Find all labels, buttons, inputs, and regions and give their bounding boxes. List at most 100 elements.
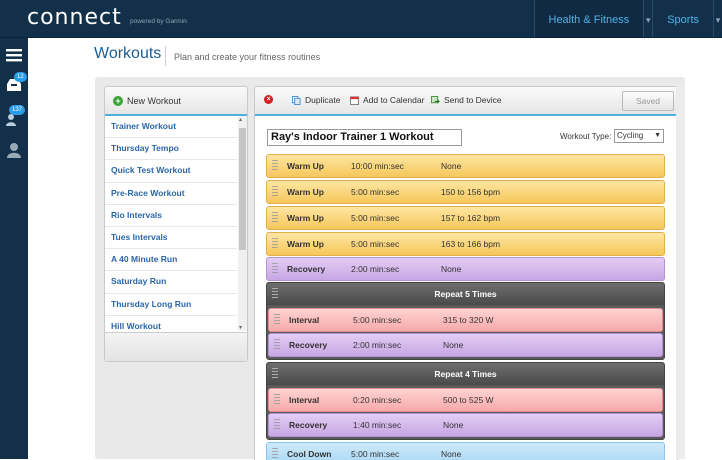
drag-handle-icon[interactable] xyxy=(272,368,278,380)
workout-step[interactable]: Interval0:20 min:sec500 to 525 W xyxy=(268,388,663,412)
drag-handle-icon[interactable] xyxy=(272,212,278,224)
workout-list: Trainer WorkoutThursday TempoQuick Test … xyxy=(105,116,237,331)
connections-count-badge: 137 xyxy=(9,105,25,115)
workout-step[interactable]: Warm Up5:00 min:sec157 to 162 bpm xyxy=(266,206,665,230)
step-target: None xyxy=(443,340,463,350)
drag-handle-icon[interactable] xyxy=(274,314,280,326)
repeat-block[interactable]: Repeat 5 Times Interval 5:00 min:sec 315 to… xyxy=(266,282,665,360)
workout-list-item[interactable]: Thursday Tempo xyxy=(105,138,237,160)
duplicate-button[interactable]: Duplicate xyxy=(292,95,340,105)
connect-logo[interactable]: connect xyxy=(27,5,122,30)
menu-icon[interactable] xyxy=(5,46,23,64)
workout-step[interactable]: Interval 5:00 min:sec 315 to 320 W xyxy=(268,308,663,332)
step-duration: 5:00 min:sec xyxy=(353,315,401,325)
repeat-header[interactable]: Repeat 4 Times xyxy=(267,363,664,385)
workout-name-input[interactable]: Ray's Indoor Trainer 1 Workout xyxy=(267,129,462,146)
add-to-calendar-label: Add to Calendar xyxy=(363,95,424,105)
send-to-device-label: Send to Device xyxy=(444,95,502,105)
workout-type-label: Workout Type: xyxy=(560,132,611,141)
drag-handle-icon[interactable] xyxy=(272,186,278,198)
workout-list-scroll-thumb[interactable] xyxy=(239,128,246,250)
tab-health-fitness[interactable]: Health & Fitness xyxy=(534,0,644,37)
workout-step[interactable]: Recovery 1:40 min:sec None xyxy=(268,413,663,437)
step-duration: 5:00 min:sec xyxy=(351,187,399,197)
inbox-count-badge: 12 xyxy=(14,72,27,82)
repeat-label: Repeat 4 Times xyxy=(434,369,496,379)
scroll-down-icon[interactable]: ▾ xyxy=(239,324,242,331)
calendar-icon xyxy=(350,96,359,105)
title-divider xyxy=(165,46,166,66)
scroll-up-icon[interactable]: ▴ xyxy=(239,116,242,123)
drag-handle-icon[interactable] xyxy=(274,339,280,351)
editor-toolbar: × Duplicate Add to Calendar Send to Devi… xyxy=(255,87,677,116)
sports-dropdown-icon[interactable]: ▾ xyxy=(713,0,722,37)
repeat-block[interactable]: Repeat 4 TimesInterval0:20 min:sec500 to… xyxy=(266,362,665,440)
workout-list-item[interactable]: Trainer Workout xyxy=(105,116,237,138)
plus-icon: + xyxy=(113,96,123,106)
step-type: Recovery xyxy=(289,420,327,430)
step-target: None xyxy=(441,264,461,274)
workout-step[interactable]: Warm Up10:00 min:secNone xyxy=(266,154,665,178)
workout-type-value: Cycling xyxy=(617,131,643,140)
step-type: Warm Up xyxy=(287,161,324,171)
repeat-label: Repeat 5 Times xyxy=(434,289,496,299)
workout-list-item[interactable]: A 40 Minute Run xyxy=(105,249,237,271)
workout-list-footer xyxy=(105,332,247,361)
workout-step[interactable]: Cool Down 5:00 min:sec None xyxy=(266,442,665,460)
step-duration: 5:00 min:sec xyxy=(351,213,399,223)
workout-type-select[interactable]: Cycling ▼ xyxy=(614,129,664,143)
drag-handle-icon[interactable] xyxy=(274,419,280,431)
workout-list-item[interactable]: Saturday Run xyxy=(105,271,237,293)
health-fitness-dropdown-icon[interactable]: ▾ xyxy=(643,0,652,37)
duplicate-icon xyxy=(292,96,301,105)
step-duration: 5:00 min:sec xyxy=(351,449,399,459)
step-target: 150 to 156 bpm xyxy=(441,187,500,197)
duplicate-label: Duplicate xyxy=(305,95,340,105)
step-target: 315 to 320 W xyxy=(443,315,494,325)
workout-list-item[interactable]: Pre-Race Workout xyxy=(105,183,237,205)
chevron-down-icon: ▼ xyxy=(654,130,661,142)
tab-sports[interactable]: Sports xyxy=(652,0,713,37)
new-workout-button[interactable]: + New Workout xyxy=(105,87,247,116)
add-to-calendar-button[interactable]: Add to Calendar xyxy=(350,95,424,105)
step-type: Cool Down xyxy=(287,449,331,459)
drag-handle-icon[interactable] xyxy=(272,160,278,172)
drag-handle-icon[interactable] xyxy=(272,448,278,460)
drag-handle-icon[interactable] xyxy=(272,288,278,300)
workout-list-item[interactable]: Hill Workout xyxy=(105,316,237,331)
step-type: Warm Up xyxy=(287,187,324,197)
page-subtitle: Plan and create your fitness routines xyxy=(174,52,320,62)
profile-icon[interactable] xyxy=(5,141,23,159)
step-target: None xyxy=(441,449,461,459)
send-to-device-icon xyxy=(431,96,440,105)
delete-button[interactable]: × xyxy=(264,95,273,104)
send-to-device-button[interactable]: Send to Device xyxy=(431,95,502,105)
step-type: Interval xyxy=(289,315,319,325)
drag-handle-icon[interactable] xyxy=(274,394,280,406)
step-duration: 1:40 min:sec xyxy=(353,420,401,430)
workout-list-scrollbar[interactable]: ▴ ▾ xyxy=(238,116,247,331)
workout-list-item[interactable]: Quick Test Workout xyxy=(105,160,237,182)
workout-step[interactable]: Recovery2:00 min:secNone xyxy=(266,257,665,281)
step-target: 500 to 525 W xyxy=(443,395,494,405)
workout-step[interactable]: Warm Up 5:00 min:sec 150 to 156 bpm xyxy=(266,180,665,204)
workout-list-item[interactable]: Tues Intervals xyxy=(105,227,237,249)
drag-handle-icon[interactable] xyxy=(272,238,278,250)
step-target: None xyxy=(443,420,463,430)
step-duration: 2:00 min:sec xyxy=(351,264,399,274)
step-duration: 0:20 min:sec xyxy=(353,395,401,405)
step-type: Recovery xyxy=(289,340,327,350)
workout-step[interactable]: Warm Up5:00 min:sec163 to 166 bpm xyxy=(266,232,665,256)
workout-list-item[interactable]: Thursday Long Run xyxy=(105,294,237,316)
saved-button[interactable]: Saved xyxy=(622,91,674,111)
drag-handle-icon[interactable] xyxy=(272,263,278,275)
workout-step[interactable]: Recovery2:00 min:secNone xyxy=(268,333,663,357)
top-nav: Health & Fitness ▾ Sports ▾ xyxy=(534,0,722,37)
workout-editor-panel: × Duplicate Add to Calendar Send to Devi… xyxy=(254,86,678,460)
step-duration: 10:00 min:sec xyxy=(351,161,404,171)
repeat-header[interactable]: Repeat 5 Times xyxy=(267,283,664,305)
page-title: Workouts xyxy=(94,45,161,63)
workout-list-item[interactable]: Rio Intervals xyxy=(105,205,237,227)
page-scrollbar[interactable] xyxy=(676,86,685,459)
step-duration: 5:00 min:sec xyxy=(351,239,399,249)
